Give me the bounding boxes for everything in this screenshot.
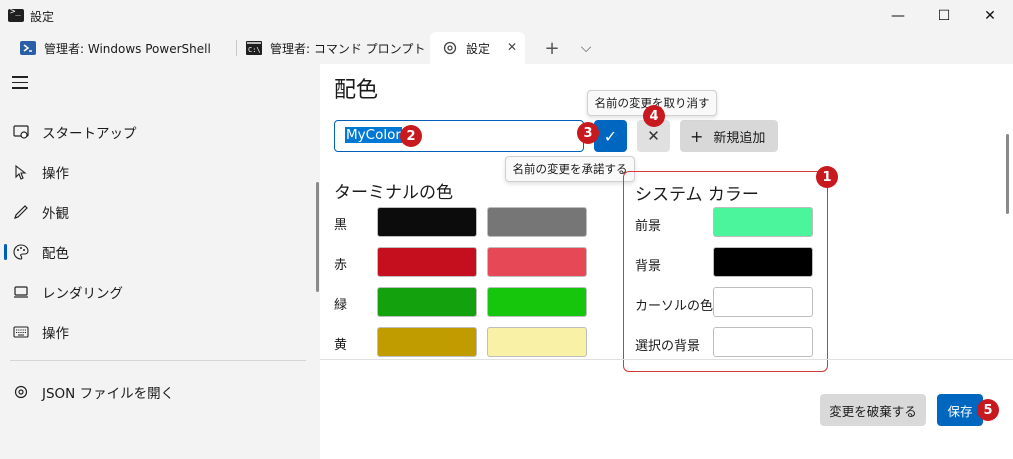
swatch-yellow[interactable] [377, 327, 477, 357]
color-label-black: 黒 [334, 218, 348, 233]
sidebar-item-label: 外観 [42, 206, 69, 222]
maximize-button[interactable]: ☐ [921, 0, 967, 32]
color-label-foreground: 前景 [635, 219, 662, 234]
terminal-app-icon [8, 7, 24, 22]
gear-icon [12, 383, 30, 401]
swatch-selection-background[interactable] [713, 327, 813, 357]
annotation-badge-4: 4 [643, 105, 665, 127]
swatch-foreground[interactable] [713, 207, 813, 237]
color-label-green: 緑 [334, 298, 348, 313]
page-title: 配色 [334, 78, 379, 103]
palette-icon [12, 243, 30, 261]
powershell-icon [20, 41, 36, 55]
swatch-bright-green[interactable] [487, 287, 587, 317]
swatch-bright-red[interactable] [487, 247, 587, 277]
tab-dropdown-button[interactable]: ⌵ [574, 32, 598, 64]
sidebar-item-startup[interactable]: スタートアップ [0, 114, 318, 150]
keyboard-icon [12, 323, 30, 341]
tab-strip: 管理者: Windows PowerShell C:\ 管理者: コマンド プロ… [0, 32, 1013, 64]
open-json-label: JSON ファイルを開く [42, 386, 175, 402]
sidebar-item-label: 操作 [42, 326, 69, 342]
swatch-cursor[interactable] [713, 287, 813, 317]
color-label-cursor: カーソルの色 [635, 299, 714, 314]
sidebar-item-label: レンダリング [42, 286, 123, 302]
sidebar-item-label: 配色 [42, 246, 69, 262]
color-label-background: 背景 [635, 259, 662, 274]
checkmark-icon: ✓ [603, 126, 618, 146]
footer-divider [320, 359, 1013, 360]
swatch-background[interactable] [713, 247, 813, 277]
sidebar: スタートアップ 操作 外観 配色 レンダリング 操作 JSON ファイルを開く [0, 64, 320, 459]
startup-icon [12, 123, 30, 141]
title-bar: 設定 — ☐ ✕ [0, 0, 1013, 32]
settings-panel: 配色 MyColor ✓ ✕ + 新規追加 名前の変更を取り消す 名前の変更を承… [320, 64, 1013, 459]
tab-label: 管理者: Windows PowerShell [44, 41, 211, 56]
add-new-button[interactable]: + 新規追加 [680, 120, 778, 152]
swatch-green[interactable] [377, 287, 477, 317]
annotation-badge-3: 3 [577, 122, 599, 144]
svg-text:C:\: C:\ [248, 46, 261, 54]
tooltip-accept-rename: 名前の変更を承諾する [505, 156, 635, 182]
tab-separator [236, 40, 237, 56]
swatch-bright-yellow[interactable] [487, 327, 587, 357]
sidebar-item-actions[interactable]: 操作 [0, 314, 318, 350]
close-button[interactable]: ✕ [967, 0, 1013, 32]
swatch-black[interactable] [377, 207, 477, 237]
appearance-icon [12, 203, 30, 221]
new-tab-button[interactable]: + [540, 32, 564, 64]
color-label-red: 赤 [334, 258, 348, 273]
add-new-label: 新規追加 [713, 130, 766, 146]
annotation-badge-1: 1 [816, 166, 838, 188]
terminal-colors-title: ターミナルの色 [334, 183, 453, 203]
scheme-name-value: MyColor [345, 127, 402, 143]
tab-settings[interactable]: 設定 ✕ [430, 32, 525, 64]
sidebar-scrollbar[interactable] [316, 182, 319, 292]
swatch-bright-black[interactable] [487, 207, 587, 237]
main-scrollbar[interactable] [1006, 134, 1009, 214]
color-label-yellow: 黄 [334, 338, 348, 353]
annotation-badge-5: 5 [977, 399, 999, 421]
tab-cmd[interactable]: C:\ 管理者: コマンド プロンプト [238, 32, 428, 64]
sidebar-item-rendering[interactable]: レンダリング [0, 274, 318, 310]
gear-icon [442, 41, 458, 55]
swatch-red[interactable] [377, 247, 477, 277]
sidebar-item-label: スタートアップ [42, 126, 137, 142]
sidebar-item-color-scheme[interactable]: 配色 [0, 234, 318, 270]
minimize-button[interactable]: — [875, 0, 921, 32]
cmd-icon: C:\ [246, 41, 262, 55]
sidebar-item-label: 操作 [42, 166, 69, 182]
scheme-name-input[interactable]: MyColor [334, 120, 584, 152]
system-colors-title: システム カラー [635, 185, 759, 205]
close-tab-icon[interactable]: ✕ [507, 40, 517, 54]
rendering-icon [12, 283, 30, 301]
tab-label: 管理者: コマンド プロンプト [270, 41, 426, 56]
window-title: 設定 [30, 10, 55, 24]
sidebar-item-appearance[interactable]: 外観 [0, 194, 318, 230]
annotation-badge-2: 2 [400, 125, 422, 147]
hamburger-menu-icon[interactable] [12, 76, 28, 93]
accept-rename-button[interactable]: ✓ [594, 120, 627, 152]
tab-powershell[interactable]: 管理者: Windows PowerShell [8, 32, 234, 64]
close-icon: ✕ [647, 127, 660, 145]
tab-label: 設定 [466, 41, 491, 56]
plus-icon: + [690, 126, 704, 146]
interaction-icon [12, 163, 30, 181]
open-json-file-button[interactable]: JSON ファイルを開く [0, 374, 318, 410]
discard-changes-button[interactable]: 変更を破棄する [820, 394, 926, 426]
sidebar-item-interaction[interactable]: 操作 [0, 154, 318, 190]
color-label-selection: 選択の背景 [635, 339, 701, 354]
sidebar-divider [10, 360, 306, 361]
